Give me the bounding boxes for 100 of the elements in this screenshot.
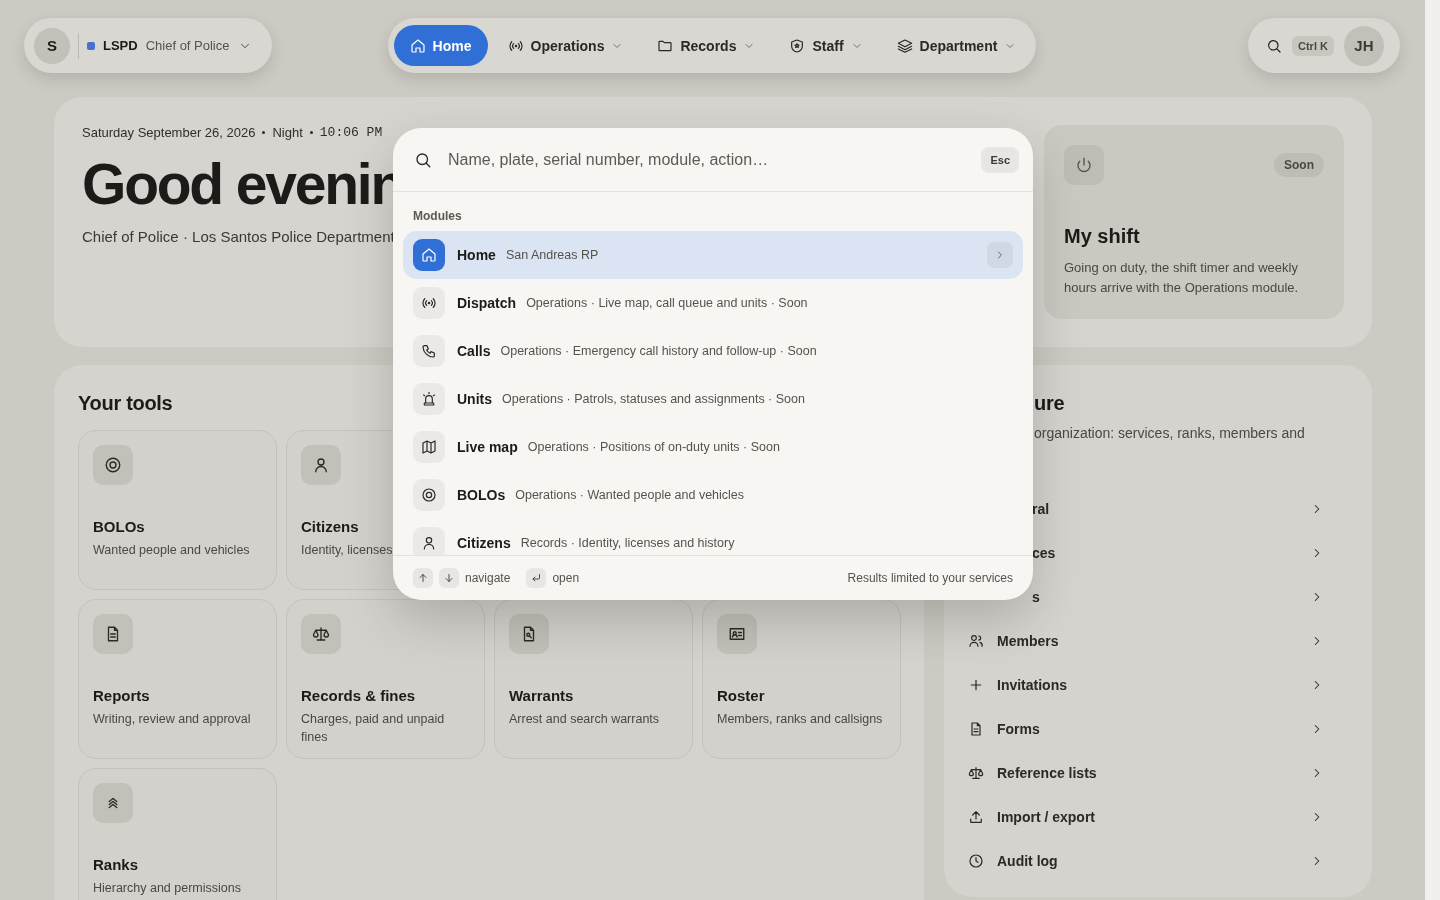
result-detail: Operations · Positions of on-duty units · Soon	[527, 440, 780, 454]
tool-title: Citizens	[301, 518, 359, 535]
tool-title: Ranks	[93, 856, 139, 873]
tool-title: Records & fines	[301, 687, 416, 704]
tool-card[interactable]: Reports Writing, review and approval	[78, 599, 277, 759]
hint-text: open	[552, 571, 580, 585]
shift-description: Going on duty, the shift timer and weekly hours arrive with the Operations module.	[1064, 259, 1300, 297]
tool-description: Charges, paid and unpaid fines	[301, 711, 446, 746]
result-title: Dispatch	[457, 295, 517, 311]
person-icon	[312, 456, 330, 474]
status-badge: Soon	[1274, 153, 1324, 177]
result-detail: Operations · Emergency call history and follow-up · Soon	[500, 344, 817, 358]
organization-switcher[interactable]: S LSPD Chief of Police	[24, 18, 272, 73]
target-icon	[104, 456, 122, 474]
result-item[interactable]: Dispatch Operations · Live map, call queue and units · Soon	[403, 279, 1023, 327]
nav-tab[interactable]: Staff	[775, 25, 877, 66]
plus-icon	[968, 677, 984, 693]
tool-description: Writing, review and approval	[93, 711, 251, 728]
link-label: Forms	[997, 721, 1040, 737]
organization-code: LSPD	[103, 38, 138, 53]
result-detail: Operations · Live map, call queue and units · Soon	[526, 296, 808, 310]
tool-title: Reports	[93, 687, 150, 704]
scrollbar[interactable]	[1425, 0, 1440, 900]
shield-icon	[789, 37, 806, 54]
result-item[interactable]: Calls Operations · Emergency call history and follow-up · Soon	[403, 327, 1023, 375]
settings-link[interactable]: Forms	[968, 707, 1348, 751]
scale-icon	[312, 625, 330, 643]
open-button[interactable]	[987, 242, 1013, 268]
map-icon	[421, 439, 437, 455]
upload-icon	[968, 809, 984, 825]
result-detail: San Andreas RP	[505, 248, 599, 262]
section-title: Your tools	[78, 391, 173, 416]
period-text: Night	[272, 125, 303, 140]
tool-description: Arrest and search warrants	[509, 711, 660, 728]
home-icon	[409, 37, 426, 54]
tool-description: Wanted people and vehicles	[93, 542, 250, 559]
result-item[interactable]: Units Operations · Patrols, statuses and assignments · Soon	[403, 375, 1023, 423]
footer-note: Results limited to your services	[847, 571, 1013, 585]
tool-card[interactable]: Records & fines Charges, paid and unpaid fines	[286, 599, 485, 759]
separator-dot	[262, 131, 266, 134]
siren-icon	[421, 391, 437, 407]
time-text: 10:06 PM	[319, 125, 383, 140]
power-button[interactable]	[1064, 145, 1104, 185]
power-icon	[1075, 156, 1093, 174]
result-detail: Records · Identity, licenses and history	[520, 536, 735, 550]
result-detail: Operations · Patrols, statuses and assignments · Soon	[502, 392, 805, 406]
settings-link[interactable]: s	[1032, 575, 1348, 619]
section-title: ure	[1034, 391, 1066, 416]
shortcut-key: Ctrl K	[1292, 35, 1334, 56]
settings-link[interactable]: Audit log	[968, 839, 1348, 883]
person-icon	[421, 535, 437, 551]
nav-tab[interactable]: Records	[643, 25, 770, 66]
tool-title: Warrants	[509, 687, 574, 704]
shift-title: My shift	[1064, 225, 1141, 248]
clock-icon	[968, 853, 984, 869]
role-label: Chief of Police	[145, 38, 230, 53]
document-icon	[968, 721, 984, 737]
tool-description: Hierarchy and permissions	[93, 880, 241, 897]
target-icon	[421, 487, 437, 503]
date-text: Saturday September 26, 2026	[82, 125, 256, 140]
layers-icon	[896, 37, 913, 54]
tool-card[interactable]: Warrants Arrest and search warrants	[494, 599, 693, 759]
link-label: s	[1032, 589, 1040, 605]
phone-icon	[421, 343, 437, 359]
tool-card[interactable]: Ranks Hierarchy and permissions	[78, 768, 277, 900]
settings-link[interactable]: Import / export	[968, 795, 1348, 839]
scale-icon	[968, 765, 984, 781]
nav-tab[interactable]: Department	[882, 25, 1031, 66]
nav-tab[interactable]: Operations	[493, 25, 638, 66]
tool-title: Roster	[717, 687, 765, 704]
tool-description: Members, ranks and callsigns	[717, 711, 883, 728]
settings-link[interactable]: Reference lists	[968, 751, 1348, 795]
avatar: S	[34, 27, 70, 64]
tool-card[interactable]: Roster Members, ranks and callsigns	[702, 599, 901, 759]
section-description: organization: services, ranks, members and	[1034, 424, 1305, 443]
result-title: Home	[457, 247, 496, 263]
link-label: Import / export	[997, 809, 1095, 825]
settings-link[interactable]: Invitations	[968, 663, 1348, 707]
section-label: Modules	[412, 208, 463, 225]
subtitle-text: Chief of Police · Los Santos Police Department	[82, 228, 396, 245]
result-detail: Operations · Wanted people and vehicles	[515, 488, 745, 502]
search-button[interactable]: Ctrl K	[1266, 35, 1334, 56]
link-label: Invitations	[997, 677, 1067, 693]
settings-link[interactable]: ral	[1032, 487, 1348, 531]
search-field[interactable]: Name, plate, serial number, module, action…	[446, 149, 968, 170]
people-icon	[968, 633, 984, 649]
settings-link[interactable]: ces	[1032, 531, 1348, 575]
tool-description: Identity, licenses	[301, 542, 393, 559]
result-title: Calls	[457, 343, 491, 359]
result-title: Units	[457, 391, 492, 407]
nav-tab[interactable]: Home	[393, 25, 488, 66]
tool-card[interactable]: BOLOs Wanted people and vehicles	[78, 430, 277, 590]
settings-link[interactable]: Members	[968, 619, 1348, 663]
result-item[interactable]: Home San Andreas RP	[403, 231, 1023, 279]
tool-title: BOLOs	[93, 518, 145, 535]
separator-dot	[309, 131, 313, 134]
escape-key[interactable]: Esc	[981, 146, 1019, 173]
search-icon	[1266, 37, 1282, 54]
search-icon	[414, 150, 432, 169]
user-avatar[interactable]: JH	[1343, 25, 1384, 66]
